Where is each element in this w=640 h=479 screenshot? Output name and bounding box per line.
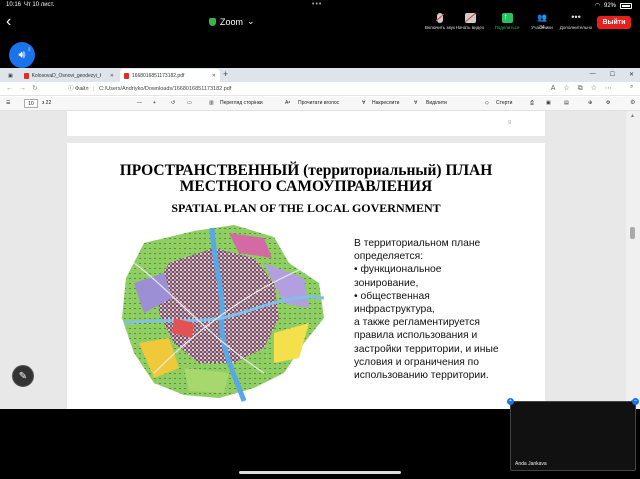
pdf-icon <box>24 72 29 79</box>
address-bar: ←→↻ ⓘ Файл | C:/Users/Andriyko/Downloads… <box>0 82 640 96</box>
more-icon: ••• <box>571 12 581 22</box>
search-icon[interactable]: ⌕ <box>630 84 633 91</box>
video-off-icon <box>464 13 476 23</box>
zoom-out-icon[interactable]: — <box>137 100 142 106</box>
tab-label: 1668016851173182.pdf <box>131 72 185 79</box>
vertical-scrollbar[interactable]: ▲ ▼ <box>626 111 640 409</box>
page-number-input[interactable]: 10 <box>24 99 38 108</box>
more-button[interactable]: ••• Дополнительно <box>556 12 596 31</box>
zoom-toolbar: ‹ Zoom ⌄ Включить звук Начать видео Поде… <box>0 10 640 36</box>
browser-tab-bar: ▣ KolosovaD_Osnovi_geodezyi_K ✕ 16680168… <box>0 68 640 82</box>
annotate-pen-button[interactable]: ✎ <box>12 365 34 387</box>
encryption-shield-icon <box>209 17 216 26</box>
highlight-button[interactable]: Виділити <box>426 100 447 106</box>
extensions-icon[interactable]: ⚙ <box>630 99 635 106</box>
maximize-icon[interactable]: ☐ <box>610 71 615 78</box>
more-label: Дополнительно <box>559 25 593 30</box>
tab-pdf-current[interactable]: 1668016851173182.pdf ✕ <box>120 69 220 82</box>
participants-icon: 👥34 <box>537 13 547 31</box>
status-date: Чт 10 лист. <box>24 2 55 8</box>
page-number: 9 <box>508 120 511 126</box>
tab-label: KolosovaD_Osnovi_geodezyi_K <box>31 72 101 79</box>
slide-title-ru: ПРОСТРАНСТВЕННЫЙ (территориальный) ПЛАН … <box>67 163 545 195</box>
leave-button[interactable]: Выйти <box>597 16 631 29</box>
page-view-icon: ▥ <box>209 100 214 106</box>
audio-speaker-button[interactable]: 🔊︎ ᛒ <box>9 42 35 68</box>
page-total: з 22 <box>42 100 52 106</box>
chevron-down-icon: ⌄ <box>247 16 255 26</box>
zoom-title[interactable]: Zoom ⌄ <box>209 16 255 27</box>
status-time: 10:16 <box>6 2 22 8</box>
erase-button[interactable]: Стерти <box>496 100 512 106</box>
tab-menu-icon[interactable]: ▣ <box>4 69 17 82</box>
page-view-button[interactable]: Перегляд сторінки <box>220 100 263 106</box>
fit-page-icon[interactable]: ▭ <box>187 100 192 106</box>
url-text: C:/Users/Andriyko/Downloads/166801685117… <box>99 86 232 92</box>
settings-gear-icon[interactable]: ⚙ <box>606 100 610 106</box>
save-as-icon[interactable]: ▤ <box>564 100 569 106</box>
wifi-icon: ◠ <box>594 3 600 9</box>
tile-collapse-icon[interactable]: – <box>632 398 639 405</box>
save-icon[interactable]: ▣ <box>546 100 551 106</box>
browser-actions[interactable]: A☆⧉☆⋯ <box>551 84 620 93</box>
pdf-viewer[interactable]: 9 ПРОСТРАНСТВЕННЫЙ (территориальный) ПЛА… <box>0 111 626 409</box>
speaker-icon: 🔊︎ <box>18 48 26 61</box>
slide-title-ru-line1: ПРОСТРАНСТВЕННЫЙ (территориальный) ПЛАН <box>119 162 493 179</box>
back-chevron-icon[interactable]: ‹ <box>6 13 11 31</box>
minimize-icon[interactable]: — <box>590 71 596 78</box>
pdf-page-current: ПРОСТРАНСТВЕННЫЙ (территориальный) ПЛАН … <box>67 143 545 409</box>
slide-title-ru-line2: МЕСТНОГО САМОУПРАВЛЕНИЯ <box>179 178 433 195</box>
tile-expand-icon[interactable]: + <box>507 398 514 405</box>
battery-icon <box>620 2 632 9</box>
pdf-page-previous: 9 <box>67 111 545 136</box>
scroll-thumb[interactable] <box>630 227 635 239</box>
ios-status-bar: 10:16 Чт 10 лист. ••• ◠ 92% <box>0 0 640 10</box>
participant-video-tile[interactable]: + – Anda Jankava <box>507 398 639 471</box>
close-icon[interactable]: ✕ <box>110 73 114 79</box>
share-label: Поделиться <box>494 25 520 30</box>
pdf-icon <box>124 72 129 79</box>
pencil-icon: ✎ <box>18 371 28 382</box>
start-video-button[interactable]: Начать видео <box>450 13 490 30</box>
read-aloud-icon: Aᵃ <box>285 100 291 106</box>
close-icon[interactable]: ✕ <box>212 73 216 79</box>
read-aloud-button[interactable]: Прочитати вголос <box>298 100 339 106</box>
battery-percent: 92% <box>603 2 616 9</box>
scroll-up-icon[interactable]: ▲ <box>630 113 635 119</box>
url-scheme: Файл <box>75 86 89 92</box>
zoom-title-label: Zoom <box>220 16 244 27</box>
status-right: ◠ 92% <box>595 2 632 9</box>
spatial-plan-map-image <box>122 225 325 402</box>
share-button[interactable]: Поделиться <box>487 12 527 30</box>
contents-icon[interactable]: ☰ <box>6 100 10 106</box>
multitask-dots-icon[interactable]: ••• <box>312 1 322 8</box>
share-screen-icon <box>501 12 513 23</box>
start-video-label: Начать видео <box>455 25 485 30</box>
highlight-icon: ∀ <box>414 100 418 106</box>
pin-icon[interactable]: ⊕ <box>588 100 592 106</box>
slide-body-text: В территориальном плане определяется: • … <box>354 238 499 382</box>
participant-name: Anda Jankava <box>515 461 547 467</box>
rotate-icon[interactable]: ↺ <box>171 100 175 106</box>
home-indicator[interactable] <box>239 471 401 474</box>
edge-sidebar-top: ⌕ ⚙ <box>626 68 640 111</box>
slide-title-en: SPATIAL PLAN OF THE LOCAL GOVERNMENT <box>171 201 441 215</box>
eraser-icon: ◇ <box>485 100 489 106</box>
shared-screen: ▣ KolosovaD_Osnovi_geodezyi_K ✕ 16680168… <box>0 68 640 409</box>
print-icon[interactable]: ⎙ <box>530 100 534 106</box>
info-icon: ⓘ <box>68 86 74 92</box>
url-field[interactable]: ⓘ Файл | C:/Users/Andriyko/Downloads/166… <box>68 84 231 92</box>
tab-kolosova[interactable]: KolosovaD_Osnovi_geodezyi_K ✕ <box>20 69 118 82</box>
draw-button[interactable]: Накреслити <box>372 100 399 106</box>
draw-icon: ∀ <box>362 100 366 106</box>
bluetooth-icon: ᛒ <box>27 47 31 53</box>
pdf-toolbar: ☰ 10 з 22 — + ↺ ▭ ▥ Перегляд сторінки Aᵃ… <box>0 97 640 111</box>
mic-muted-icon <box>437 13 443 23</box>
nav-buttons[interactable]: ←→↻ <box>6 84 44 92</box>
participants-count: 34 <box>539 25 545 31</box>
zoom-in-icon[interactable]: + <box>153 100 156 106</box>
new-tab-icon[interactable]: + <box>223 69 228 79</box>
zoom-screen: 10:16 Чт 10 лист. ••• ◠ 92% ‹ Zoom ⌄ Вкл… <box>0 0 640 479</box>
